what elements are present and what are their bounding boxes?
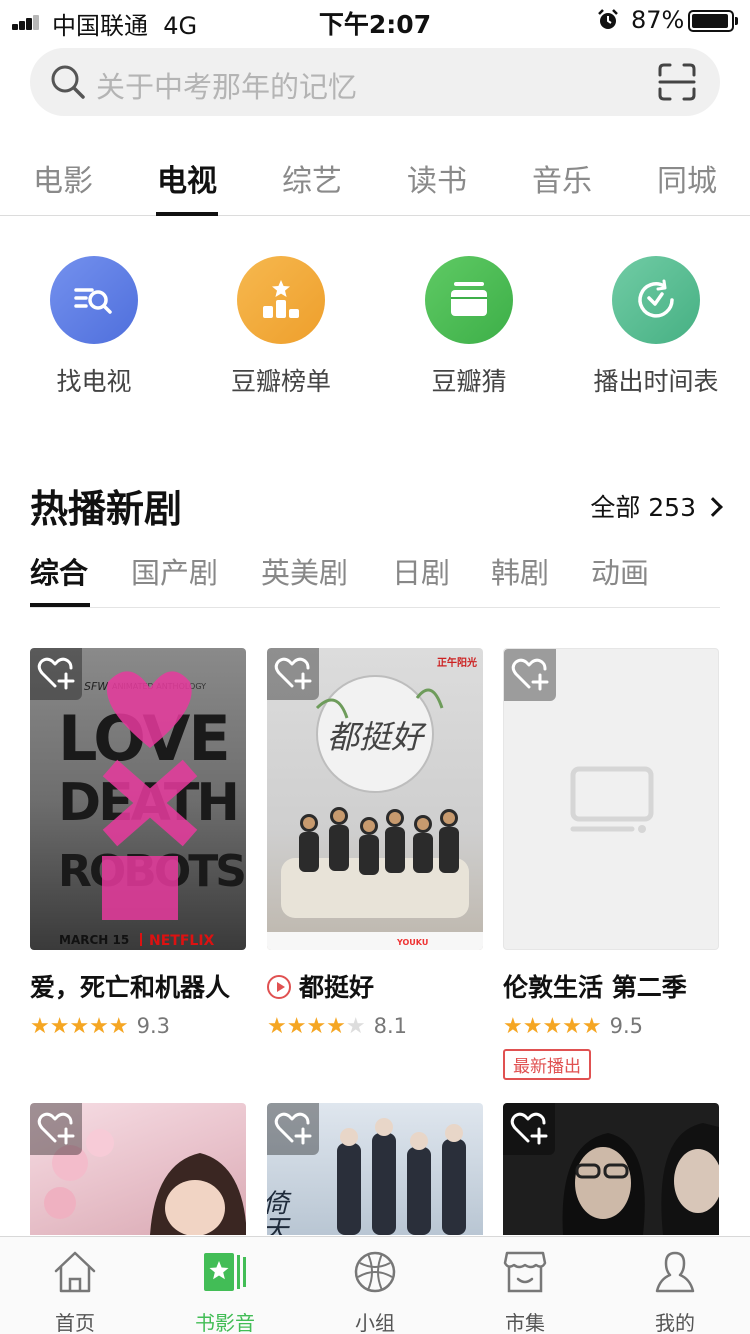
chevron-right-icon — [703, 497, 723, 517]
tab-movie[interactable]: 电影 — [13, 156, 113, 200]
poster-tagline: SFW — [84, 680, 109, 693]
show-title: 爱，死亡和机器人 — [30, 973, 231, 1002]
tab-music[interactable]: 音乐 — [512, 156, 612, 200]
guess-icon — [425, 256, 513, 344]
group-icon — [354, 1251, 396, 1293]
rating-row: ★★★★★ 8.1 — [267, 1014, 483, 1039]
show-title: 都挺好 — [267, 968, 483, 1004]
show-card[interactable]: SFW ANIMATED ANTHOLOGY LOVE DEATH ROBOTS… — [30, 648, 246, 1039]
genre-tabs: 综合 国产剧 英美剧 日剧 韩剧 动画 — [30, 546, 720, 608]
market-icon — [503, 1251, 547, 1293]
poster-dou-ting-hao[interactable]: 都挺好 正午阳光 YOUKU — [267, 648, 483, 950]
scan-icon[interactable] — [658, 63, 696, 101]
subtab-animation[interactable]: 动画 — [591, 550, 649, 592]
favorite-button[interactable] — [504, 649, 556, 701]
star-rating: ★★★★★ — [267, 1014, 366, 1039]
heart-add-icon — [37, 657, 75, 690]
poster-cherry-blossom[interactable] — [30, 1103, 246, 1235]
favorite-button[interactable] — [267, 1103, 319, 1155]
show-card[interactable] — [503, 1103, 719, 1235]
view-all-link[interactable]: 全部 253 — [590, 488, 723, 524]
entry-label: 豆瓣榜单 — [230, 367, 331, 396]
subtab-domestic[interactable]: 国产剧 — [131, 550, 218, 592]
tab-tv[interactable]: 电视 — [137, 156, 237, 200]
subtab-all[interactable]: 综合 — [30, 550, 88, 592]
schedule-icon — [612, 256, 700, 344]
poster-calligraphy: 倚天屠龙记 — [267, 1189, 288, 1235]
rating-value: 8.1 — [373, 1014, 408, 1038]
poster-dark-drama[interactable] — [503, 1103, 719, 1235]
tab-books[interactable]: 读书 — [387, 156, 487, 200]
poster-calligraphy: 都挺好 — [327, 718, 427, 756]
entry-guess[interactable]: 豆瓣猜 — [384, 256, 554, 398]
profile-icon — [655, 1251, 695, 1293]
show-title: 伦敦生活 第二季 — [503, 973, 687, 1002]
rating-row: ★★★★★ 9.3 — [30, 1014, 246, 1039]
poster-wuxia[interactable]: 倚天屠龙记 — [267, 1103, 483, 1235]
entry-ranking[interactable]: 豆瓣榜单 — [196, 256, 366, 398]
heart-add-icon — [511, 658, 549, 691]
rating-value: 9.5 — [609, 1014, 644, 1038]
book-movie-music-icon — [204, 1253, 246, 1291]
subtab-korean[interactable]: 韩剧 — [491, 550, 549, 592]
battery-percent: 87% — [631, 6, 685, 34]
search-bar[interactable]: 关于中考那年的记忆 — [30, 48, 720, 116]
subtab-japanese[interactable]: 日剧 — [392, 550, 450, 592]
entry-label: 找电视 — [56, 367, 132, 396]
alarm-icon — [598, 9, 618, 29]
rating-row: ★★★★★ 9.5 — [503, 1014, 719, 1039]
poster-brand: NETFLIX — [149, 933, 215, 949]
show-card[interactable]: 伦敦生活 第二季 ★★★★★ 9.5 最新播出 — [503, 648, 719, 1080]
poster-date: MARCH 15 — [59, 933, 129, 947]
nav-profile[interactable]: 我的 — [600, 1237, 750, 1334]
favorite-button[interactable] — [503, 1103, 555, 1155]
tab-variety[interactable]: 综艺 — [262, 156, 362, 200]
poster-corner-mark: 正午阳光 — [437, 656, 477, 669]
search-icon — [51, 65, 85, 99]
find-tv-icon — [50, 256, 138, 344]
star-rating: ★★★★★ — [503, 1014, 602, 1039]
favorite-button[interactable] — [30, 1103, 82, 1155]
section-title: 热播新剧 — [30, 487, 183, 531]
entry-label: 豆瓣猜 — [431, 367, 507, 396]
search-input[interactable]: 关于中考那年的记忆 — [96, 64, 357, 106]
poster-love-death-robots[interactable]: SFW ANIMATED ANTHOLOGY LOVE DEATH ROBOTS… — [30, 648, 246, 950]
subtab-us-uk[interactable]: 英美剧 — [261, 550, 348, 592]
nav-book-movie-music[interactable]: 书影音 — [150, 1237, 300, 1334]
heart-add-icon — [510, 1112, 548, 1145]
bottom-nav: 首页 书影音 小组 市集 我的 — [0, 1236, 750, 1334]
poster-placeholder[interactable] — [503, 648, 719, 950]
show-card[interactable]: 倚天屠龙记 — [267, 1103, 483, 1235]
entry-label: 播出时间表 — [593, 367, 719, 396]
status-bar: 中国联通 4G 下午2:07 87% — [0, 0, 750, 40]
active-subtab-indicator — [30, 603, 90, 607]
entry-schedule[interactable]: 播出时间表 — [571, 256, 741, 398]
poster-sponsor: YOUKU — [396, 938, 428, 947]
heart-add-icon — [274, 657, 312, 690]
rating-value: 9.3 — [136, 1014, 171, 1038]
heart-add-icon — [274, 1112, 312, 1145]
play-icon[interactable] — [267, 975, 291, 999]
nav-market[interactable]: 市集 — [450, 1237, 600, 1334]
new-episode-badge: 最新播出 — [503, 1049, 591, 1080]
battery-icon — [688, 10, 738, 32]
entry-find-tv[interactable]: 找电视 — [9, 256, 179, 398]
tab-local[interactable]: 同城 — [637, 156, 737, 200]
favorite-button[interactable] — [30, 648, 82, 700]
show-card[interactable]: 都挺好 正午阳光 YOUKU 都挺好 ★★★★★ 8.1 — [267, 648, 483, 1039]
nav-group[interactable]: 小组 — [300, 1237, 450, 1334]
favorite-button[interactable] — [267, 648, 319, 700]
nav-home[interactable]: 首页 — [0, 1237, 150, 1334]
active-tab-indicator — [156, 212, 218, 216]
home-icon — [54, 1251, 96, 1293]
show-card[interactable] — [30, 1103, 246, 1235]
category-tabs: 电影 电视 综艺 读书 音乐 同城 — [0, 140, 750, 216]
ranking-icon — [237, 256, 325, 344]
heart-add-icon — [37, 1112, 75, 1145]
star-rating: ★★★★★ — [30, 1014, 129, 1039]
